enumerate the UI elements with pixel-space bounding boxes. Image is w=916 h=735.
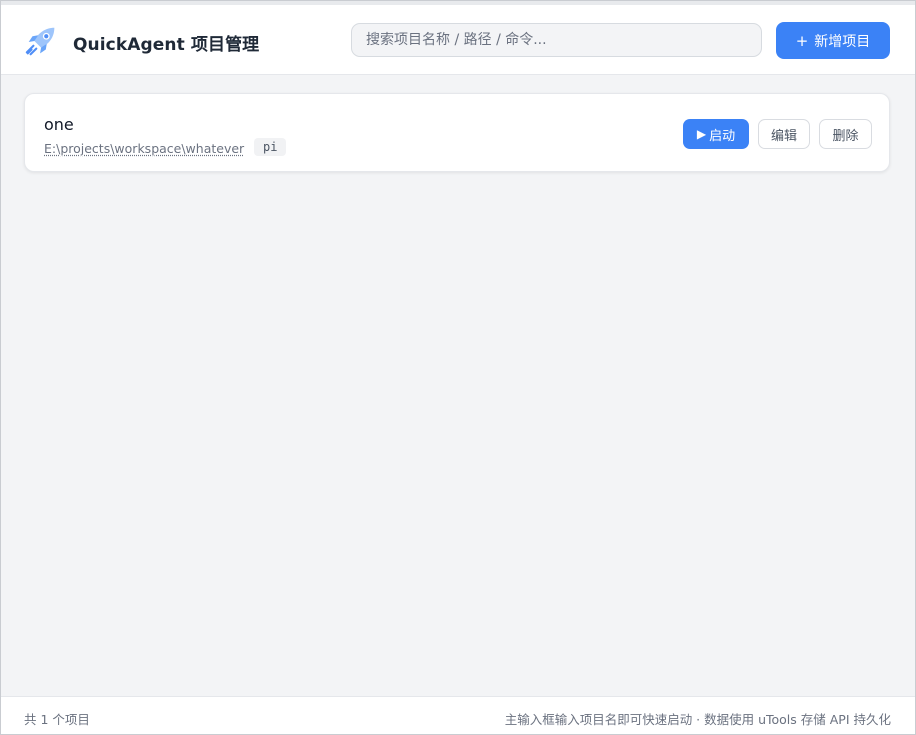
run-label: 启动 [709, 128, 736, 144]
footer: 共 1 个项目 主输入框输入项目名即可快速启动 · 数据使用 uTools 存储… [1, 696, 915, 734]
footer-hint: 主输入框输入项目名即可快速启动 · 数据使用 uTools 存储 API 持久化 [504, 712, 891, 727]
edit-button[interactable]: 编辑 [758, 119, 810, 149]
rocket-icon [25, 27, 55, 56]
app-title: QuickAgent 项目管理 [73, 35, 260, 55]
delete-button[interactable]: 删除 [819, 119, 872, 149]
project-count: 共 1 个项目 [24, 712, 90, 727]
project-name: one [44, 115, 74, 134]
app-header: QuickAgent 项目管理 + 新增项目 [1, 1, 915, 75]
project-path[interactable]: E:\projects\workspace\whatever [44, 141, 244, 156]
play-icon: ▶ [696, 127, 707, 141]
search-input[interactable] [351, 23, 762, 57]
add-project-button[interactable]: + 新增项目 [776, 22, 890, 59]
command-badge: pi [254, 138, 287, 156]
add-project-label: 新增项目 [814, 33, 871, 50]
run-button[interactable]: ▶ 启动 [683, 119, 749, 149]
plus-icon: + [795, 31, 809, 50]
project-card: one E:\projects\workspace\whatever pi ▶ … [24, 93, 890, 172]
